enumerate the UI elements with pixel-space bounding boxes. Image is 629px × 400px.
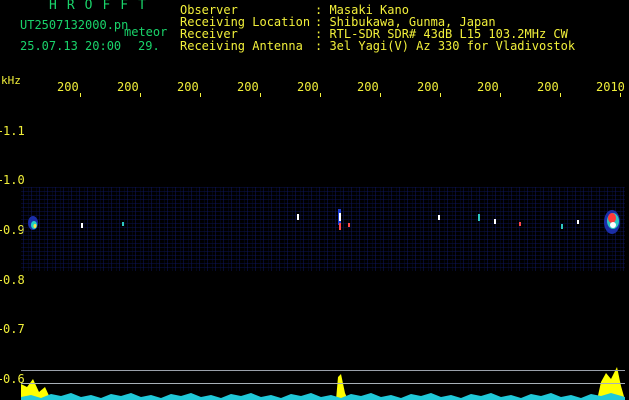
x-tick: 200: [357, 80, 379, 94]
x-tick: 200: [477, 80, 499, 94]
meteor-echo-middle: [338, 209, 341, 230]
x-tick: 2010: [596, 80, 625, 94]
x-tick: 200: [117, 80, 139, 94]
spectrogram-plot: [21, 209, 625, 400]
x-tick: 200: [537, 80, 559, 94]
antenna-label: Receiving Antenna: [180, 39, 303, 53]
meteor-echo-right: [604, 210, 620, 234]
meteor-echo-left: [28, 216, 38, 230]
activity-top-line: [21, 370, 625, 371]
x-tick: 200: [417, 80, 439, 94]
y-tick-mark: [0, 131, 2, 132]
antenna-value: : 3el Yagi(V) Az 330 for Vladivostok: [315, 39, 576, 53]
x-tick: 200: [297, 80, 319, 94]
unit-label: kHz: [1, 74, 21, 87]
x-tick: 200: [177, 80, 199, 94]
meteor-label: meteor: [124, 25, 168, 39]
meteor-count: 29.: [138, 39, 160, 53]
x-tick: 200: [237, 80, 259, 94]
minor-echoes: [81, 214, 579, 229]
y-tick-mark: [0, 180, 2, 181]
app-title: HROFFT: [49, 0, 156, 13]
y-tick-mark: [0, 379, 2, 380]
y-tick-mark: [0, 329, 2, 330]
x-tick: 200: [57, 80, 79, 94]
y-tick-mark: [0, 230, 2, 231]
datetime: 25.07.13 20:00: [20, 39, 122, 53]
filename: UT2507132000.pn: [20, 18, 129, 32]
y-tick-mark: [0, 280, 2, 281]
activity-baseline: [21, 383, 625, 384]
